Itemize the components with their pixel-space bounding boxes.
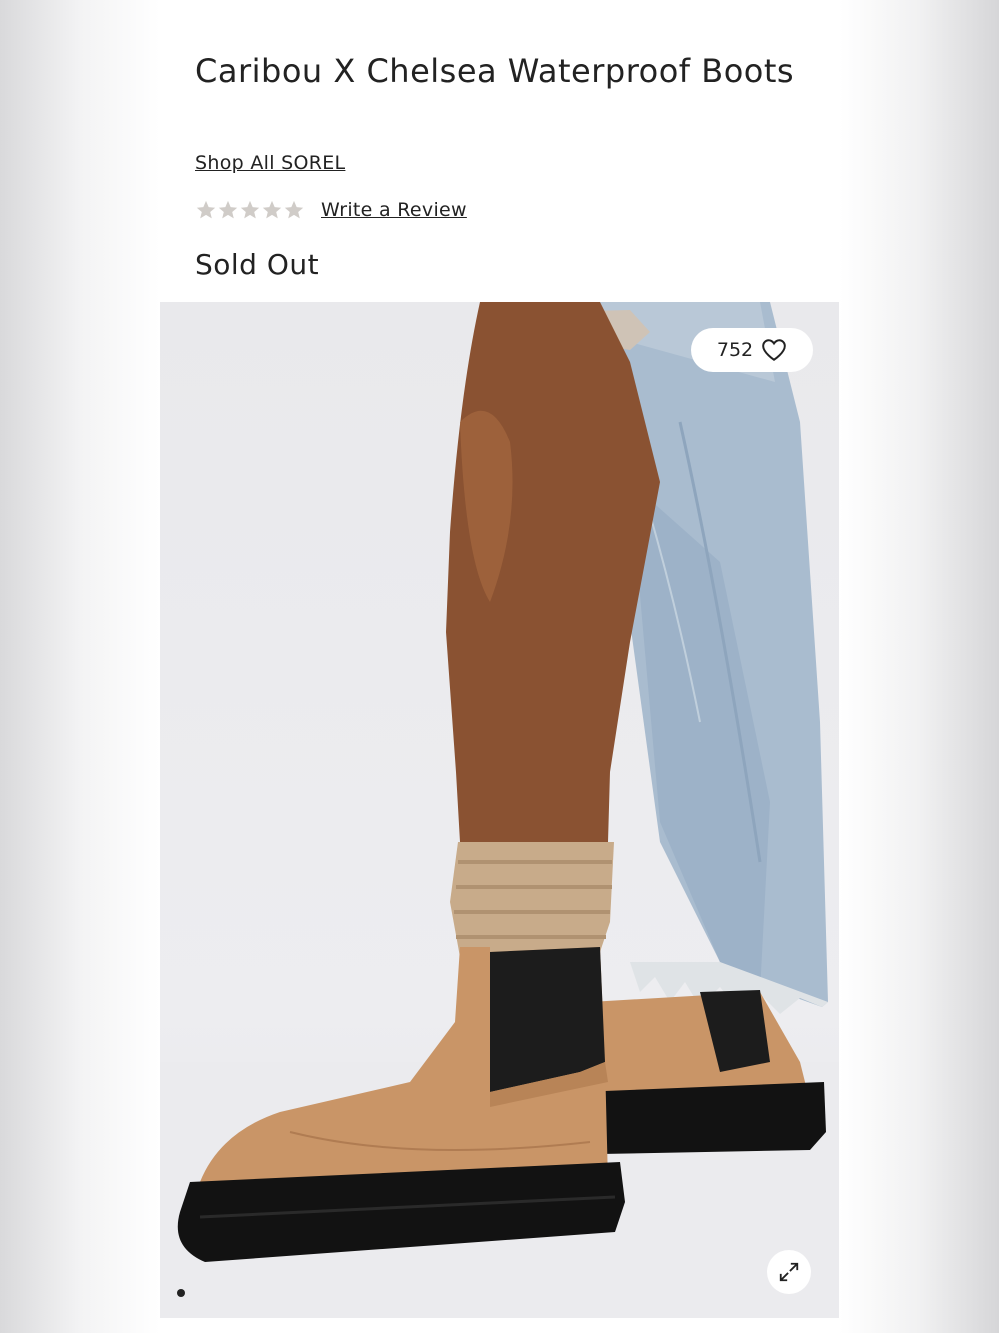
- rating-row: Write a Review: [195, 196, 467, 224]
- product-photo-illustration: [160, 302, 839, 1318]
- write-review-link[interactable]: Write a Review: [321, 199, 467, 221]
- favorite-button[interactable]: 752: [691, 328, 813, 372]
- stock-status: Sold Out: [195, 248, 320, 281]
- heart-outline-icon: [762, 339, 786, 361]
- product-image[interactable]: 752: [160, 302, 839, 1318]
- gallery-pagination: [177, 1289, 185, 1297]
- expand-image-button[interactable]: [767, 1250, 811, 1294]
- star-icon: [218, 200, 238, 219]
- product-title: Caribou X Chelsea Waterproof Boots: [195, 52, 795, 90]
- star-icon: [284, 200, 304, 219]
- product-card: Caribou X Chelsea Waterproof Boots Shop …: [160, 0, 839, 1333]
- shop-brand-link[interactable]: Shop All SOREL: [195, 152, 345, 174]
- expand-arrows-icon: [779, 1262, 799, 1282]
- star-icon: [240, 200, 260, 219]
- favorites-count: 752: [716, 339, 754, 361]
- star-icon: [196, 200, 216, 219]
- pagination-dot-active[interactable]: [177, 1289, 185, 1297]
- star-rating: [195, 199, 305, 221]
- star-icon: [262, 200, 282, 219]
